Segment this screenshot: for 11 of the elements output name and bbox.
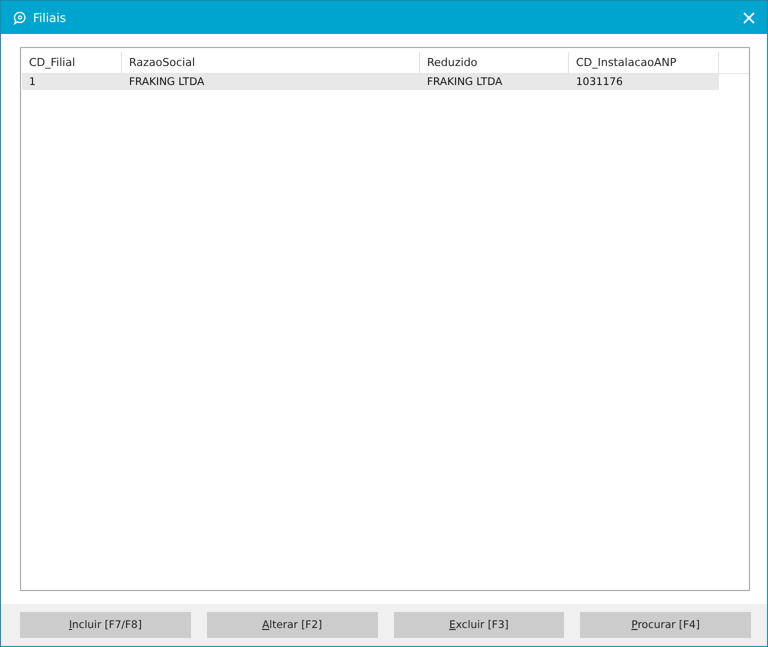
- table-cell: FRAKING LTDA: [122, 74, 420, 90]
- table-cell: 1: [22, 74, 122, 90]
- action-button[interactable]: Procurar [F4]: [580, 612, 751, 638]
- action-button[interactable]: Incluir [F7/F8]: [20, 612, 191, 638]
- table-cell: 1031176: [569, 74, 719, 90]
- table-cell: FRAKING LTDA: [420, 74, 569, 90]
- action-button[interactable]: Alterar [F2]: [206, 612, 378, 638]
- chat-bubble-icon: [13, 10, 27, 24]
- close-icon[interactable]: [743, 12, 755, 24]
- action-button[interactable]: Excluir [F3]: [394, 612, 564, 638]
- window-title: Filiais: [33, 10, 67, 24]
